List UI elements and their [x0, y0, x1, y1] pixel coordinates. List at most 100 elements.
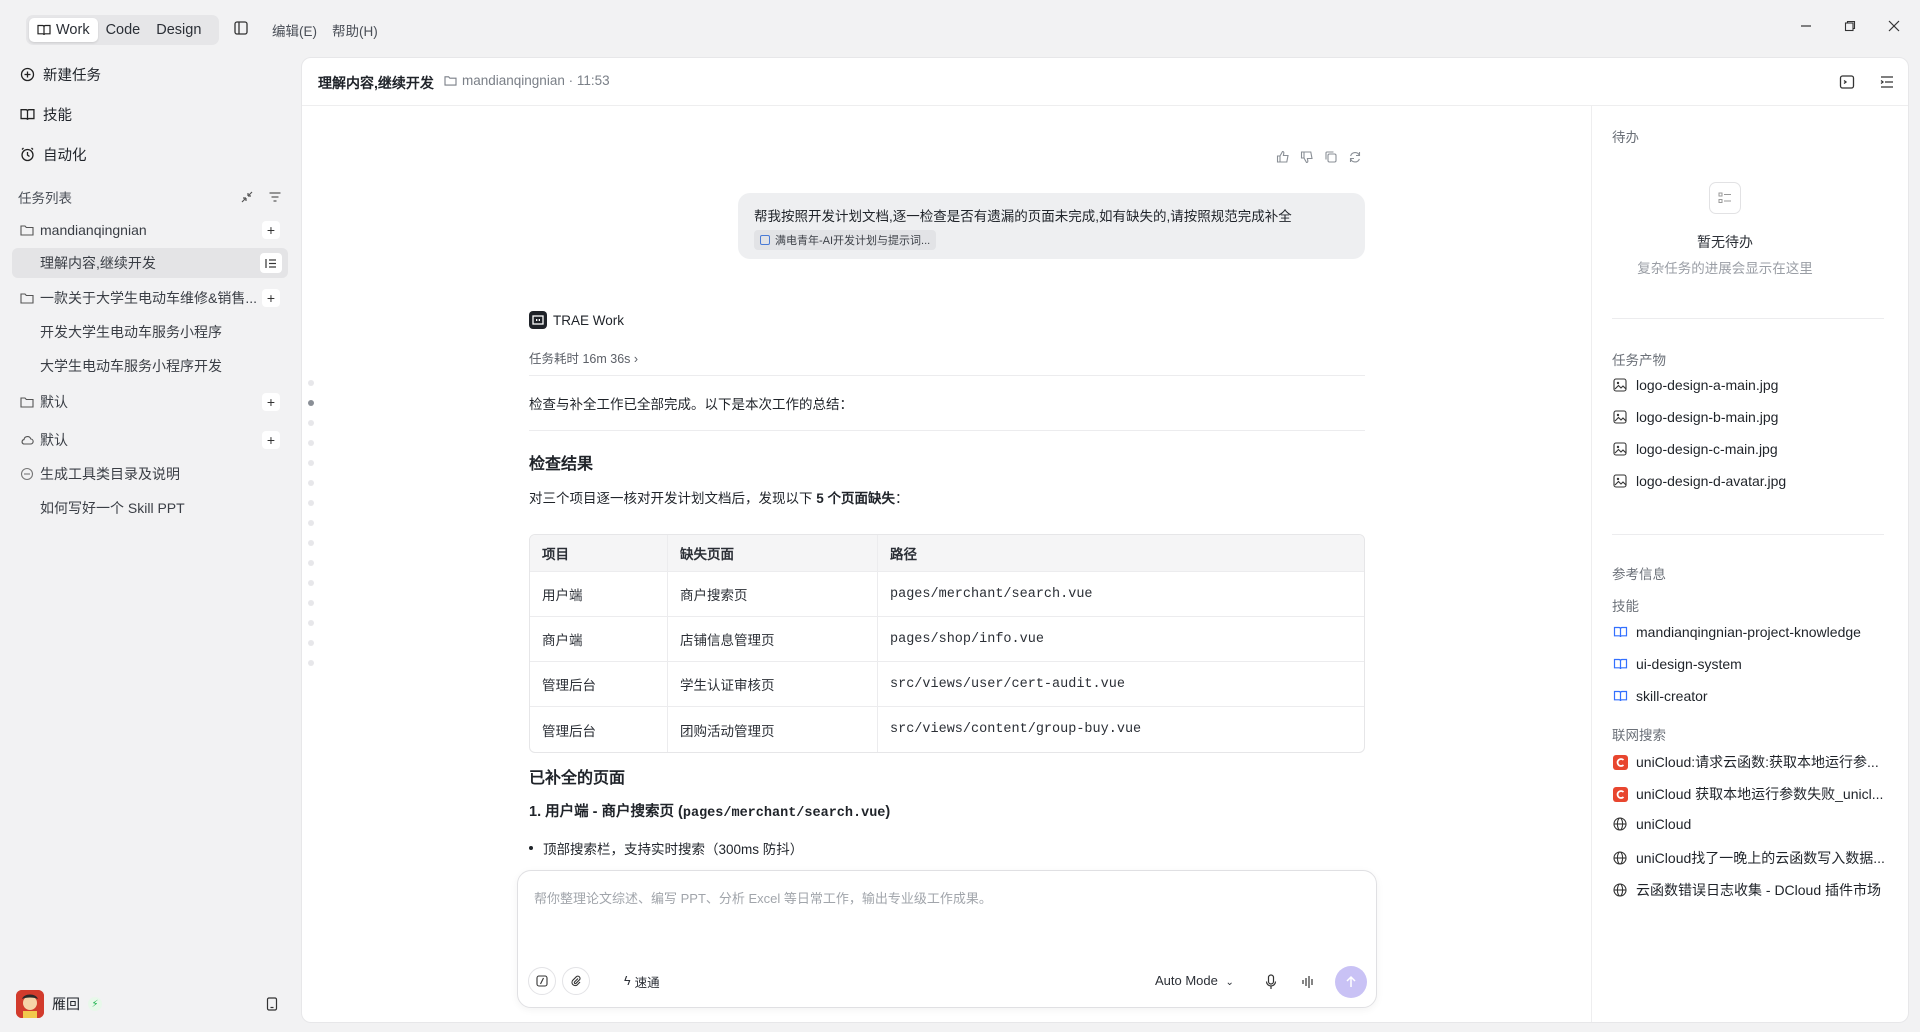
add-task-icon[interactable]: +: [262, 221, 280, 239]
artifact-item[interactable]: logo-design-b-main.jpg: [1612, 409, 1892, 425]
chevron-right-icon: ›: [633, 352, 639, 366]
task-item[interactable]: 如何写好一个 Skill PPT: [12, 493, 288, 523]
send-button[interactable]: [1335, 966, 1367, 998]
add-task-icon[interactable]: +: [262, 289, 280, 307]
microphone-icon[interactable]: [1264, 974, 1278, 990]
artifact-label: logo-design-d-avatar.jpg: [1636, 473, 1787, 489]
todo-empty-icon: [1709, 182, 1741, 214]
skills-subtitle: 技能: [1612, 599, 1639, 614]
divider: [1612, 534, 1884, 535]
restore-icon[interactable]: [1842, 18, 1858, 34]
task-group-row[interactable]: 默认 +: [12, 425, 288, 455]
collapse-icon[interactable]: [240, 190, 254, 204]
check-intro-suffix: ：: [895, 491, 909, 506]
book-icon: [1612, 624, 1628, 640]
web-result-label: 云函数错误日志收集 - DCloud 插件市场: [1636, 882, 1882, 898]
auto-mode-label: Auto Mode: [1155, 973, 1218, 988]
refresh-icon[interactable]: [1348, 150, 1362, 164]
meta-separator: ·: [564, 73, 577, 88]
skill-label: ui-design-system: [1636, 656, 1742, 672]
add-task-icon[interactable]: +: [262, 431, 280, 449]
check-intro: 对三个项目逐一核对开发计划文档后，发现以下 5 个页面缺失：: [529, 487, 909, 507]
menu-help[interactable]: 帮助(H): [332, 20, 378, 40]
table-row: 管理后台 学生认证审核页 src/views/user/cert-audit.v…: [530, 662, 1364, 707]
todo-empty-subtitle: 复杂任务的进展会显示在这里: [1637, 261, 1813, 276]
task-duration[interactable]: 任务耗时 16m 36s ›: [529, 348, 638, 367]
new-task-button[interactable]: 新建任务: [20, 64, 101, 85]
slash-command-button[interactable]: [528, 967, 556, 995]
heading-completed-pages: 已补全的页面: [529, 770, 626, 787]
summary-text: 检查与补全工作已全部完成。以下是本次工作的总结：: [529, 397, 853, 412]
scroll-progress-dots[interactable]: [308, 380, 314, 680]
voice-wave-icon[interactable]: [1301, 975, 1315, 989]
auto-mode-dropdown[interactable]: Auto Mode ⌄: [1155, 973, 1234, 988]
web-result-item[interactable]: uniCloud找了一晚上的云函数写入数据...: [1612, 848, 1892, 868]
task-group-row[interactable]: mandianqingnian +: [12, 215, 288, 245]
web-result-item[interactable]: uniCloud:请求云函数:获取本地运行参...: [1612, 752, 1892, 772]
book-icon: [20, 109, 35, 120]
attachment-label: 满电青年-AI开发计划与提示词...: [775, 235, 931, 247]
attachment-chip[interactable]: 满电青年-AI开发计划与提示词...: [754, 230, 937, 250]
table-row: 商户端 店铺信息管理页 pages/shop/info.vue: [530, 617, 1364, 662]
task-group-row[interactable]: 生成工具类目录及说明: [12, 459, 288, 489]
skills-nav[interactable]: 技能: [20, 104, 72, 125]
filter-icon[interactable]: [268, 190, 282, 204]
task-group-row[interactable]: 一款关于大学生电动车维修&销售... +: [12, 283, 288, 313]
phone-icon[interactable]: [266, 997, 278, 1011]
skill-item[interactable]: ui-design-system: [1612, 656, 1892, 672]
divider: [529, 430, 1365, 431]
artifact-item[interactable]: logo-design-d-avatar.jpg: [1612, 473, 1892, 489]
mode-design-button[interactable]: Design: [148, 18, 209, 42]
skills-label: 技能: [43, 108, 72, 124]
minimize-icon[interactable]: [1798, 18, 1814, 34]
task-detail-icon[interactable]: [260, 253, 282, 273]
image-file-icon: [1612, 473, 1628, 489]
mode-code-button[interactable]: Code: [98, 18, 149, 42]
user-message-text: 帮我按照开发计划文档,逐一检查是否有遗漏的页面未完成,如有缺失的,请按照规范完成…: [754, 209, 1292, 224]
check-intro-bold: 5 个页面缺失: [816, 491, 896, 506]
task-group-row[interactable]: 默认 +: [12, 387, 288, 417]
message-actions: [1276, 150, 1362, 164]
terminal-icon[interactable]: [1838, 73, 1856, 91]
table-cell: 管理后台: [530, 662, 668, 706]
table-cell: pages/shop/info.vue: [890, 631, 1044, 647]
web-result-item[interactable]: uniCloud: [1612, 816, 1892, 832]
subheading-suffix: ): [885, 804, 891, 820]
skill-item[interactable]: mandianqingnian-project-knowledge: [1612, 624, 1892, 640]
new-task-label: 新建任务: [43, 68, 101, 84]
composer-input[interactable]: 帮你整理论文综述、编写 PPT、分析 Excel 等日常工作，输出专业级工作成果…: [534, 888, 992, 907]
divider: [1612, 318, 1884, 319]
artifact-item[interactable]: logo-design-a-main.jpg: [1612, 377, 1892, 393]
sidebar-toggle-icon[interactable]: [232, 19, 250, 37]
attach-button[interactable]: [562, 967, 590, 995]
web-result-item[interactable]: 云函数错误日志收集 - DCloud 插件市场: [1612, 880, 1892, 900]
table-header-cell: 缺失页面: [668, 535, 878, 571]
artifacts-title: 任务产物: [1612, 353, 1666, 368]
menu-edit[interactable]: 编辑(E): [272, 20, 317, 40]
skill-item[interactable]: skill-creator: [1612, 688, 1892, 704]
task-item-label: 如何写好一个 Skill PPT: [40, 500, 185, 516]
add-task-icon[interactable]: +: [262, 393, 280, 411]
todo-title: 待办: [1612, 130, 1639, 145]
close-icon[interactable]: [1886, 18, 1902, 34]
outline-icon[interactable]: [1878, 73, 1896, 91]
image-file-icon: [1612, 441, 1628, 457]
thumbs-up-icon[interactable]: [1276, 150, 1290, 164]
mode-work-button[interactable]: Work: [29, 18, 98, 42]
automation-label: 自动化: [43, 148, 87, 164]
speed-mode-button[interactable]: ϟ 速通: [624, 967, 660, 995]
lightning-icon: ϟ: [624, 974, 631, 988]
task-group-label: 默认: [40, 394, 68, 410]
web-result-item[interactable]: uniCloud 获取本地运行参数失败_unicl...: [1612, 784, 1892, 804]
task-item[interactable]: 开发大学生电动车服务小程序: [12, 317, 288, 347]
automation-nav[interactable]: 自动化: [20, 144, 87, 165]
task-item[interactable]: 大学生电动车服务小程序开发: [12, 351, 288, 381]
globe-icon: [1612, 816, 1628, 832]
user-profile[interactable]: 雁回 ⚡: [16, 990, 102, 1018]
thumbs-down-icon[interactable]: [1300, 150, 1314, 164]
artifact-item[interactable]: logo-design-c-main.jpg: [1612, 441, 1892, 457]
trae-logo-icon: [529, 311, 547, 329]
copy-icon[interactable]: [1324, 150, 1338, 164]
task-item-selected[interactable]: 理解内容,继续开发: [12, 248, 288, 278]
artifact-label: logo-design-a-main.jpg: [1636, 377, 1779, 393]
